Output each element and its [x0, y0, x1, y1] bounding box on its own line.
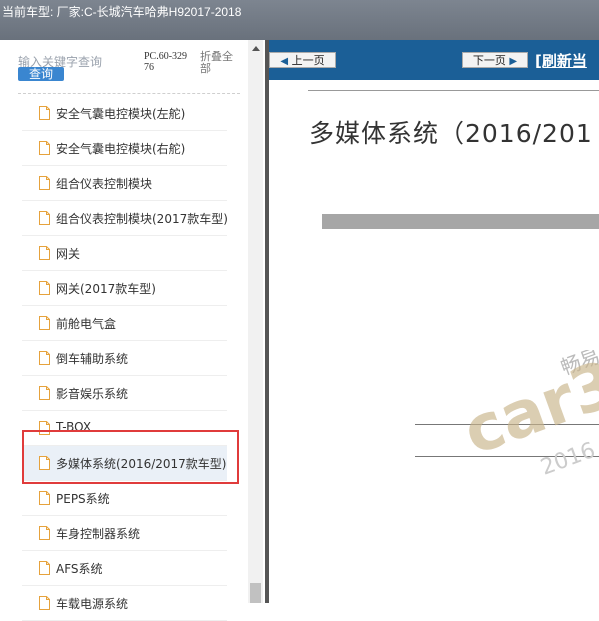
sidebar: 输入关键字查询 查询 PC.60-32976 折叠全部 安全气囊电控模块(左舵)… [0, 40, 265, 621]
next-page-label: 下一页 [472, 54, 506, 67]
section-header-bar [322, 214, 599, 229]
tree-item[interactable]: 前舱电气盒 [22, 306, 227, 341]
current-model-label: 当前车型: 厂家:C-长城汽车哈弗H92017-2018 [2, 5, 242, 19]
document-icon [39, 141, 50, 155]
tree-item-label: 安全气囊电控模块(右舵) [56, 142, 186, 156]
watermark-year: 2016 [538, 438, 599, 480]
tree-item[interactable]: 车身控制器系统 [22, 516, 227, 551]
tree-item[interactable]: 网关 [22, 236, 227, 271]
document-icon [39, 246, 50, 260]
document-icon [39, 281, 50, 295]
next-page-button[interactable]: 下一页 ▶ [462, 52, 528, 68]
tree-item[interactable]: PEPS系统 [22, 481, 227, 516]
prev-arrow-icon: ◀ [280, 56, 289, 67]
document-icon [39, 106, 50, 120]
watermark-text: 畅易 [558, 350, 599, 380]
collapse-all-button[interactable]: 折叠全部 [200, 51, 240, 75]
next-arrow-icon: ▶ [509, 56, 518, 67]
document-icon [39, 561, 50, 575]
scroll-up-arrow-icon[interactable] [252, 46, 260, 51]
prev-page-button[interactable]: ◀ 上一页 [269, 52, 336, 68]
selection-highlight-box [22, 430, 239, 484]
watermark-logo: 畅易 car3 2016 [464, 350, 599, 480]
tree-item[interactable]: 网关(2017款车型) [22, 271, 227, 306]
document-icon [39, 316, 50, 330]
diagram-line-2 [415, 456, 599, 457]
tree-item-label: 网关 [56, 247, 81, 261]
tree-item[interactable]: 安全气囊电控模块(右舵) [22, 131, 227, 166]
document-title: 多媒体系统（2016/201 [309, 119, 593, 148]
tree-item-label: 网关(2017款车型) [56, 282, 156, 296]
tree-item-label: 组合仪表控制模块(2017款车型) [56, 212, 228, 226]
prev-page-label: 上一页 [291, 54, 325, 67]
document-icon [39, 351, 50, 365]
document-rule [308, 90, 599, 91]
tree-item[interactable]: 倒车辅助系统 [22, 341, 227, 376]
scrollbar-thumb[interactable] [250, 583, 261, 603]
diagram-line-1 [415, 424, 599, 425]
document-toolbar: ◀ 上一页 下一页 ▶ [刷新当 [269, 40, 599, 80]
tree-item-label: 前舱电气盒 [56, 317, 117, 331]
tree-list: 安全气囊电控模块(左舵) 安全气囊电控模块(右舵) 组合仪表控制模块组合仪表控制模块… [22, 96, 228, 621]
tree-item-label: 车载电源系统 [56, 597, 129, 611]
tree-item-label: AFS系统 [56, 562, 103, 576]
refresh-link[interactable]: [刷新当 [535, 50, 587, 71]
tree-item-label: 倒车辅助系统 [56, 352, 129, 366]
title-bar: 当前车型: 厂家:C-长城汽车哈弗H92017-2018 [0, 0, 599, 40]
document-icon [39, 491, 50, 505]
watermark-brand: car3 [464, 350, 599, 470]
tree-item-label: 安全气囊电控模块(左舵) [56, 107, 186, 121]
tree-item-label: PEPS系统 [56, 492, 110, 506]
tree-item-label: 组合仪表控制模块 [56, 177, 153, 191]
document-icon [39, 596, 50, 610]
tree-item[interactable]: AFS系统 [22, 551, 227, 586]
document-icon [39, 211, 50, 225]
document-icon [39, 526, 50, 540]
tree-item-label: 车身控制器系统 [56, 527, 141, 541]
search-button[interactable]: 查询 [18, 67, 64, 81]
tree-item[interactable]: 安全气囊电控模块(左舵) [22, 96, 227, 131]
tree-item[interactable]: 车载电源系统 [22, 586, 227, 621]
document-icon [39, 176, 50, 190]
pc-number: PC.60-32976 [144, 51, 188, 73]
document-icon [39, 386, 50, 400]
document-pane: ◀ 上一页 下一页 ▶ [刷新当 多媒体系统（2016/201 畅易 car3 … [269, 40, 599, 603]
tree-item[interactable]: 组合仪表控制模块(2017款车型) [22, 201, 228, 236]
tree-item-label: 影音娱乐系统 [56, 387, 129, 401]
sidebar-scrollbar[interactable] [248, 40, 263, 603]
tree-item[interactable]: 组合仪表控制模块 [22, 166, 227, 201]
tree-item[interactable]: 影音娱乐系统 [22, 376, 227, 411]
divider [18, 93, 240, 94]
